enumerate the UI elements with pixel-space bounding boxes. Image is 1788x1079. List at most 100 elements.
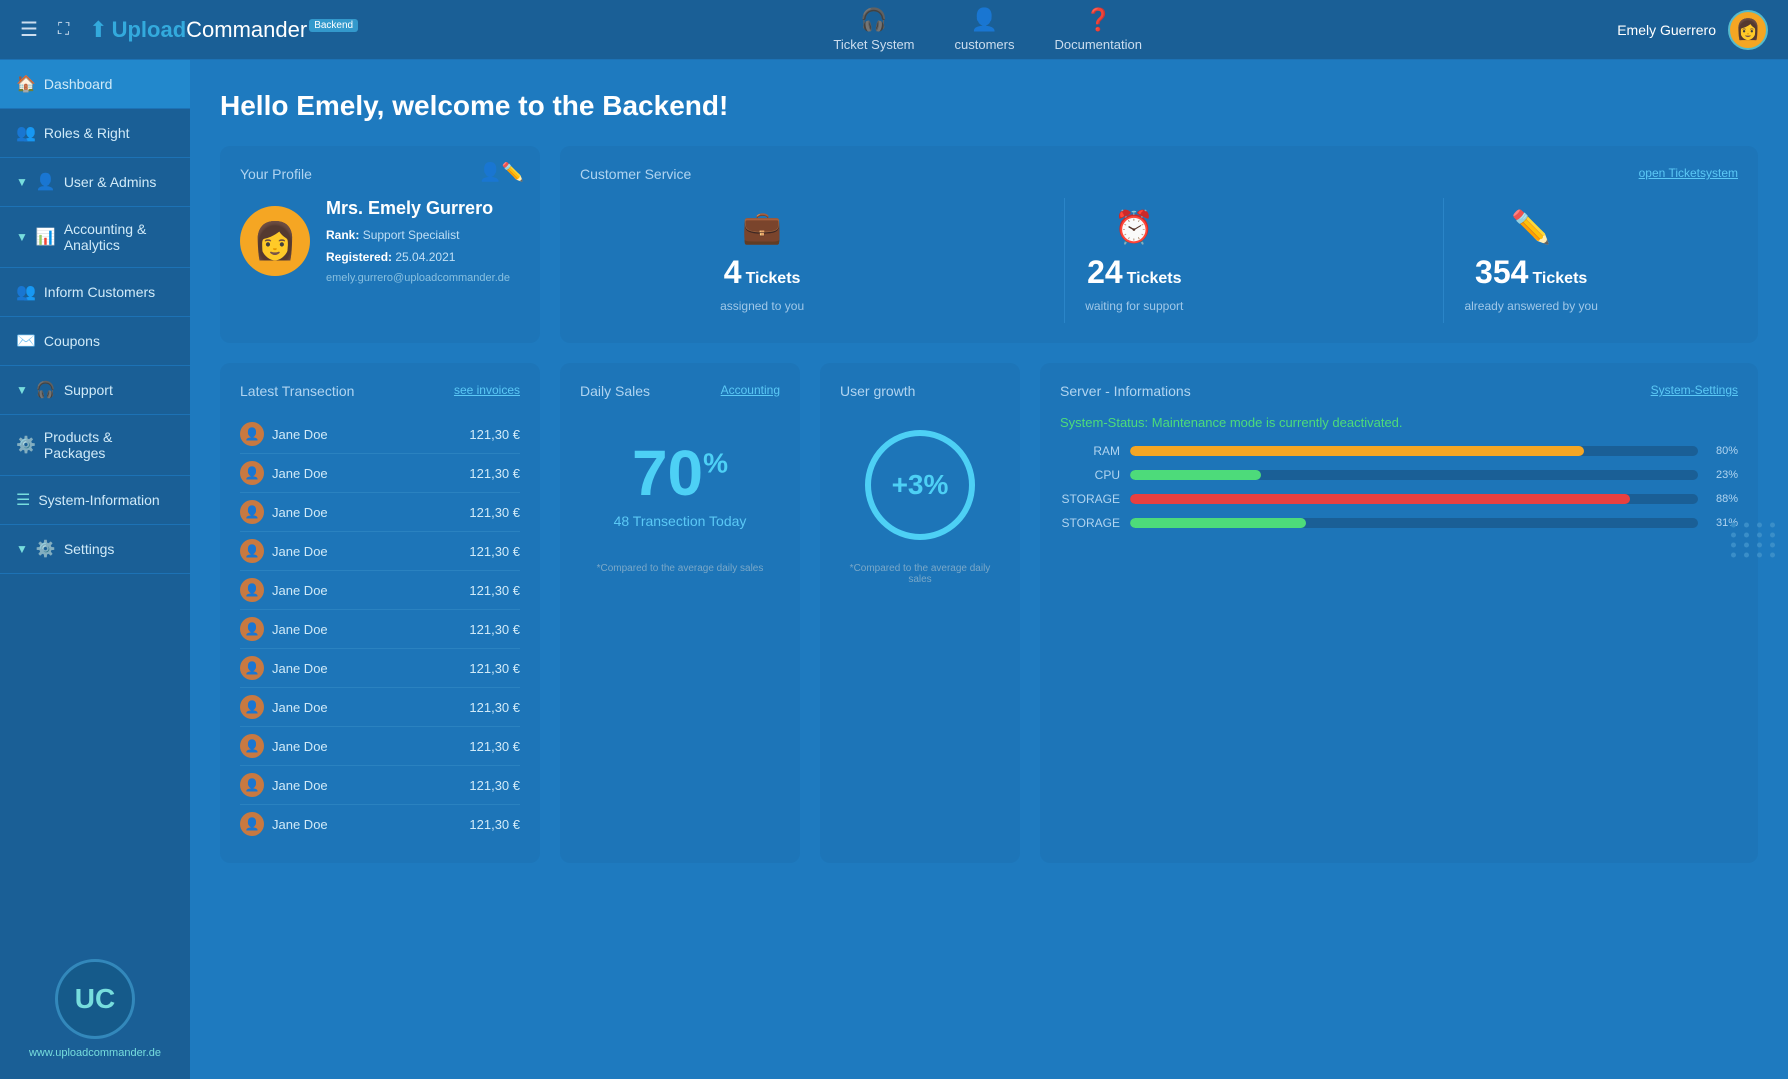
profile-body: 👩 Mrs. Emely Gurrero Rank: Support Speci…	[240, 198, 520, 284]
dot	[1731, 542, 1736, 547]
trans-avatar: 👤	[240, 656, 264, 680]
user-avatar[interactable]: 👩	[1728, 10, 1768, 50]
trans-name: Jane Doe	[272, 505, 328, 520]
arrow-down-icon-2: ▼	[16, 230, 28, 244]
transaction-row: 👤 Jane Doe 121,30 €	[240, 805, 520, 843]
ug-note: *Compared to the average daily sales	[840, 563, 1000, 585]
roles-icon: 👥	[16, 123, 36, 143]
sidebar-item-system-info[interactable]: ☰ System-Information	[0, 476, 190, 525]
sidebar-item-user-admins[interactable]: ▼ 👤 User & Admins	[0, 158, 190, 207]
profile-card-title: Your Profile	[240, 166, 312, 182]
server-bars: RAM 80% CPU 23% STORAGE 88% STORAGE 31%	[1060, 444, 1738, 530]
transaction-row: 👤 Jane Doe 121,30 €	[240, 415, 520, 454]
nav-customers[interactable]: 👤 customers	[955, 7, 1015, 52]
question-icon: ❓	[1085, 7, 1112, 33]
logo: ⬆ UploadCommanderBackend	[89, 17, 358, 43]
page-greeting: Hello Emely, welcome to the Backend!	[220, 90, 1758, 122]
trans-name: Jane Doe	[272, 661, 328, 676]
profile-registered: Registered: 25.04.2021	[326, 247, 510, 269]
open-ticketsystem-link[interactable]: open Ticketsystem	[1639, 166, 1738, 180]
progress-label: RAM	[1060, 444, 1120, 458]
sidebar-item-dashboard[interactable]: 🏠 Dashboard	[0, 60, 190, 109]
progress-label: STORAGE	[1060, 516, 1120, 530]
trans-avatar: 👤	[240, 578, 264, 602]
cs-stats: 💼 4 Tickets assigned to you ⏰ 24 Tickets	[580, 198, 1738, 323]
sidebar-label-inform: Inform Customers	[44, 284, 155, 300]
sidebar-item-coupons[interactable]: ✉️ Coupons	[0, 317, 190, 366]
customer-service-card: Customer Service open Ticketsystem 💼 4 T…	[560, 146, 1758, 343]
server-card-header: Server - Informations System-Settings	[1060, 383, 1738, 415]
home-icon: 🏠	[16, 74, 36, 94]
trans-amount: 121,30 €	[469, 622, 520, 637]
trans-name: Jane Doe	[272, 622, 328, 637]
ds-transactions-label: 48 Transection Today	[614, 513, 747, 529]
system-settings-link[interactable]: System-Settings	[1651, 383, 1738, 397]
sidebar-item-inform-customers[interactable]: 👥 Inform Customers	[0, 268, 190, 317]
sidebar-item-roles-right[interactable]: 👥 Roles & Right	[0, 109, 190, 158]
accounting-link[interactable]: Accounting	[721, 383, 780, 397]
cs-assigned-count: 4	[724, 254, 742, 291]
dot	[1757, 532, 1762, 537]
profile-email: emely.gurrero@uploadcommander.de	[326, 272, 510, 284]
sidebar-item-accounting[interactable]: ▼ 📊 Accounting & Analytics	[0, 207, 190, 268]
see-invoices-link[interactable]: see invoices	[454, 383, 520, 397]
sidebar-item-settings[interactable]: ▼ ⚙️ Settings	[0, 525, 190, 574]
progress-row: STORAGE 88%	[1060, 492, 1738, 506]
nav-documentation[interactable]: ❓ Documentation	[1054, 7, 1141, 52]
main-layout: 🏠 Dashboard 👥 Roles & Right ▼ 👤 User & A…	[0, 60, 1788, 1079]
ug-card-header: User growth	[840, 383, 1000, 415]
cs-waiting-desc: waiting for support	[1085, 299, 1183, 313]
trans-amount: 121,30 €	[469, 466, 520, 481]
transaction-row: 👤 Jane Doe 121,30 €	[240, 532, 520, 571]
sidebar-label-support: Support	[64, 382, 113, 398]
logo-icon: ⬆	[89, 17, 107, 43]
cs-assigned-desc: assigned to you	[720, 299, 804, 313]
trans-amount: 121,30 €	[469, 817, 520, 832]
sidebar-label-products: Products & Packages	[44, 429, 174, 461]
trans-amount: 121,30 €	[469, 739, 520, 754]
trans-avatar: 👤	[240, 539, 264, 563]
ug-circle: +3%	[865, 430, 975, 540]
dot	[1757, 542, 1762, 547]
sidebar-bottom: UC www.uploadcommander.de	[0, 939, 190, 1069]
sidebar-label-dashboard: Dashboard	[44, 76, 113, 92]
user-growth-body: +3%	[840, 415, 1000, 555]
trans-avatar: 👤	[240, 734, 264, 758]
transaction-row: 👤 Jane Doe 121,30 €	[240, 454, 520, 493]
edit-profile-icon[interactable]: 👤✏️	[479, 162, 524, 183]
clock-icon: ⏰	[1114, 208, 1154, 246]
sidebar-item-support[interactable]: ▼ 🎧 Support	[0, 366, 190, 415]
ds-card-title: Daily Sales	[580, 383, 650, 399]
expand-icon[interactable]: ⛶	[58, 21, 69, 39]
progress-bar-fill	[1130, 518, 1306, 528]
ds-note: *Compared to the average daily sales	[580, 563, 780, 574]
server-status-value: Maintenance mode is currently deactivate…	[1152, 415, 1403, 430]
dot	[1770, 552, 1775, 557]
transaction-row: 👤 Jane Doe 121,30 €	[240, 649, 520, 688]
dot	[1770, 522, 1775, 527]
profile-name: Mrs. Emely Gurrero	[326, 198, 510, 219]
topbar-left: ☰ ⛶ ⬆ UploadCommanderBackend	[20, 17, 358, 43]
transaction-row: 👤 Jane Doe 121,30 €	[240, 571, 520, 610]
sidebar-label-user-admins: User & Admins	[64, 174, 157, 190]
transactions-card: Latest Transection see invoices 👤 Jane D…	[220, 363, 540, 863]
dot	[1744, 542, 1749, 547]
trans-amount: 121,30 €	[469, 700, 520, 715]
profile-rank: Rank: Support Specialist	[326, 225, 510, 247]
server-status: System-Status: Maintenance mode is curre…	[1060, 415, 1738, 430]
transaction-row: 👤 Jane Doe 121,30 €	[240, 766, 520, 805]
progress-bar-fill	[1130, 446, 1584, 456]
trans-card-title: Latest Transection	[240, 383, 354, 399]
trans-name: Jane Doe	[272, 544, 328, 559]
cs-answered-tickets-label: Tickets	[1532, 270, 1587, 288]
sidebar-website: www.uploadcommander.de	[29, 1047, 161, 1059]
logo-backend-badge: Backend	[309, 19, 358, 32]
cs-stat-waiting: ⏰ 24 Tickets waiting for support	[1064, 198, 1203, 323]
support-icon: 🎧	[36, 380, 56, 400]
hamburger-icon[interactable]: ☰	[20, 17, 38, 42]
nav-ticket-system[interactable]: 🎧 Ticket System	[833, 7, 914, 52]
sidebar-item-products[interactable]: ⚙️ Products & Packages	[0, 415, 190, 476]
transaction-row: 👤 Jane Doe 121,30 €	[240, 493, 520, 532]
trans-avatar: 👤	[240, 500, 264, 524]
nav-documentation-label: Documentation	[1054, 37, 1141, 52]
